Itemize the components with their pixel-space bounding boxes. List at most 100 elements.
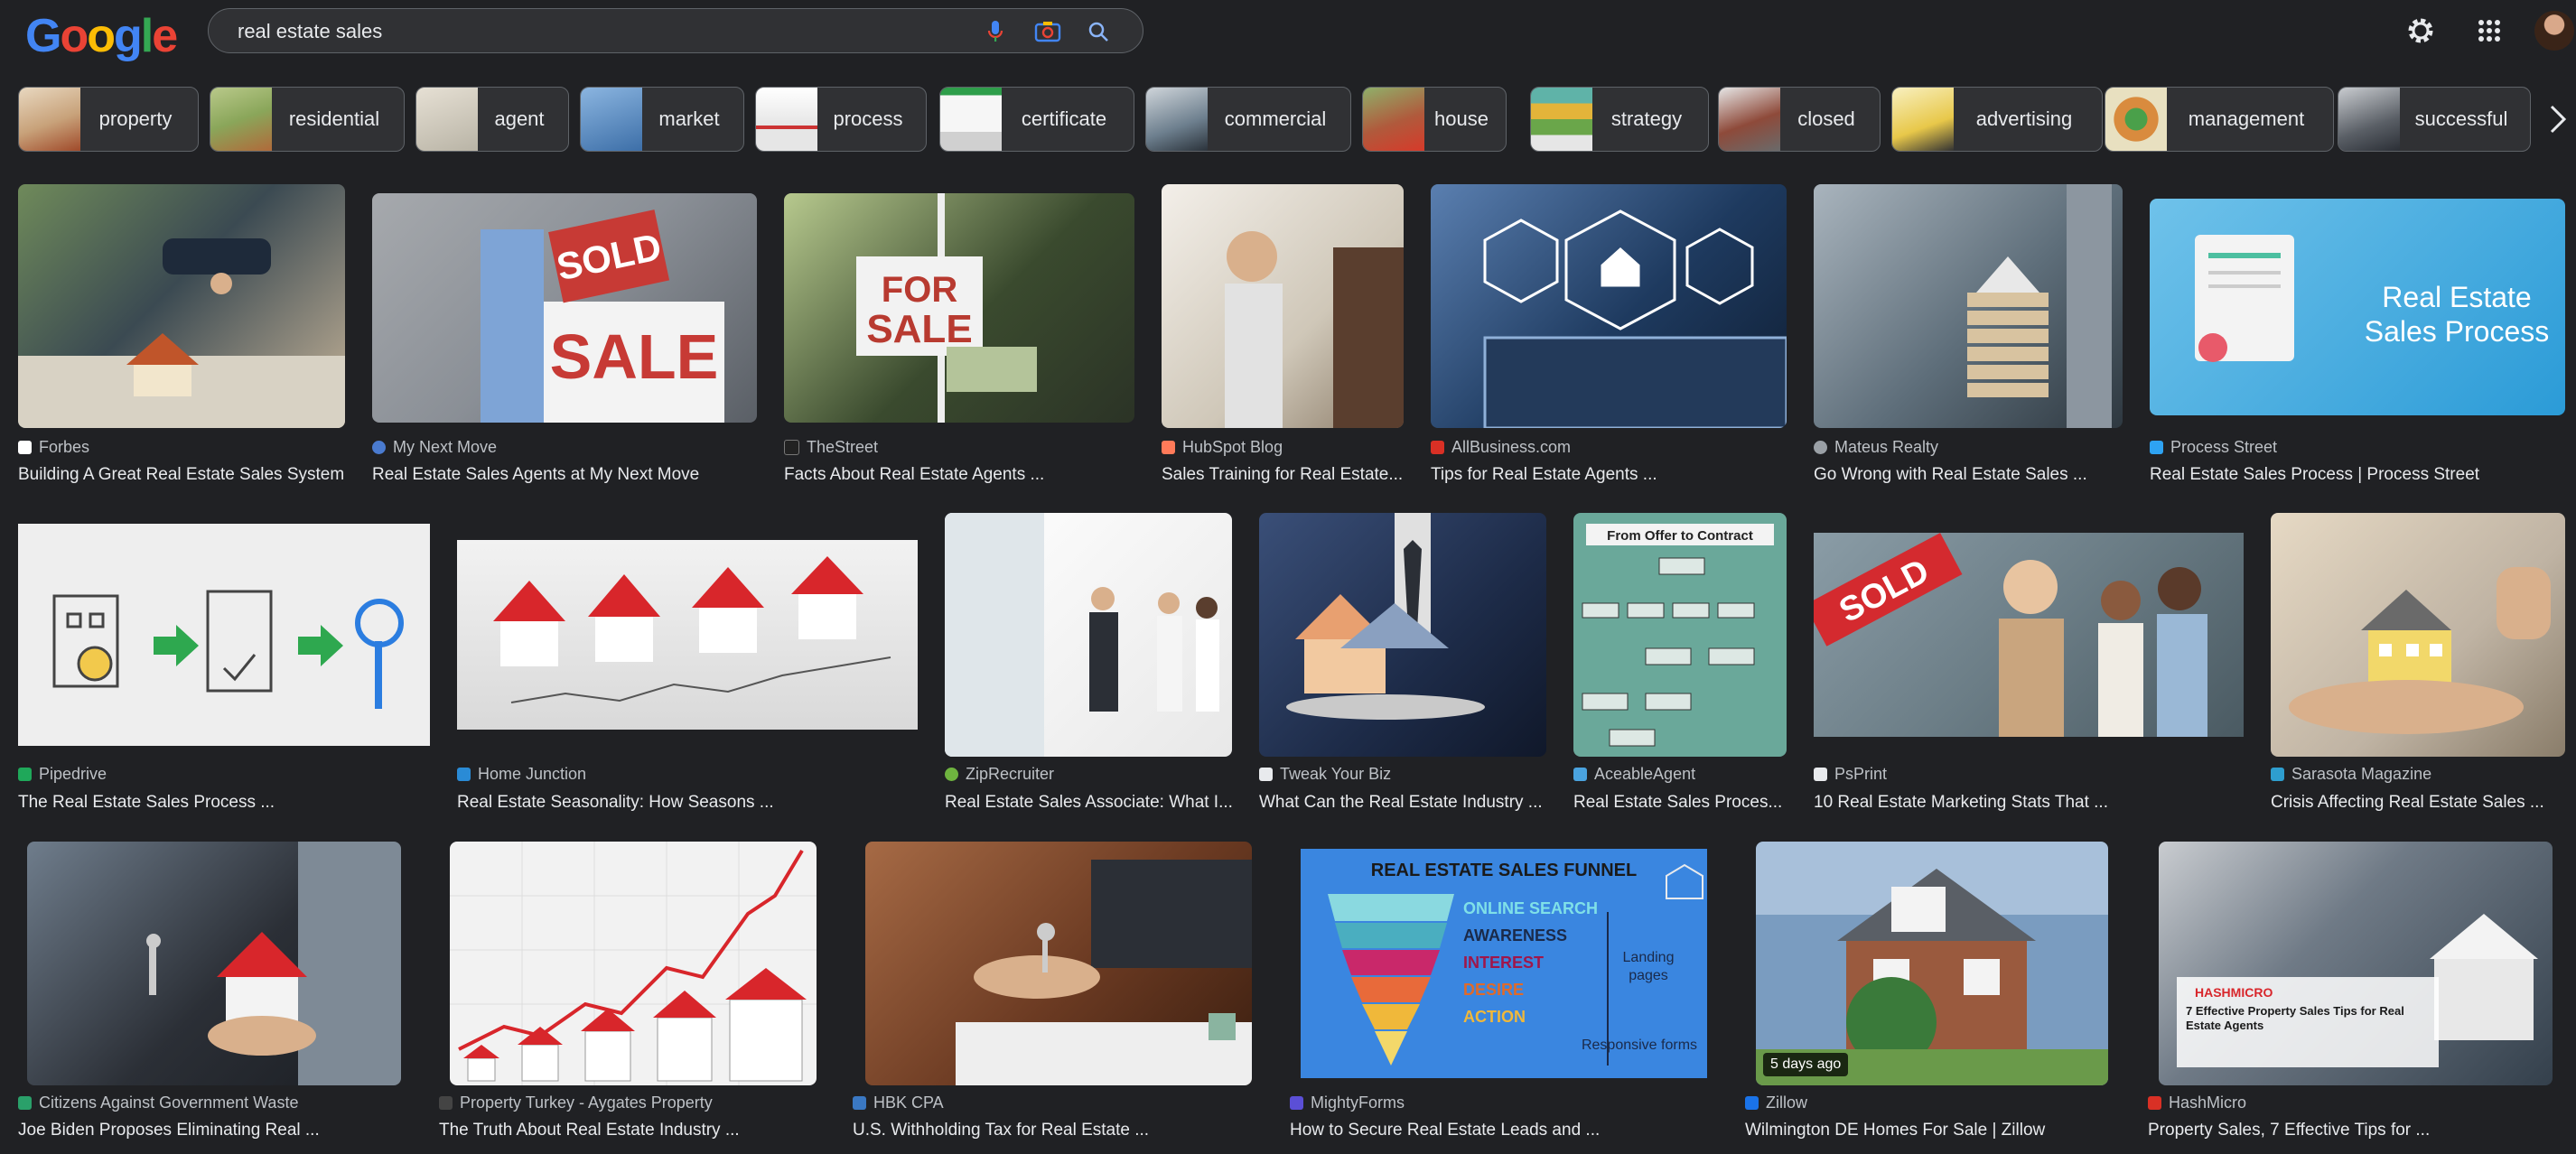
overlay-headline: 7 Effective Property Sales Tips for Real…: [2186, 1004, 2404, 1032]
apps-grid-icon[interactable]: [2471, 13, 2507, 49]
source-name: PsPrint: [1834, 765, 1888, 783]
chip-successful[interactable]: successful: [2338, 87, 2531, 152]
result-image[interactable]: [865, 842, 1252, 1085]
source-name: Mateus Realty: [1834, 438, 1939, 456]
chip-certificate[interactable]: certificate: [939, 87, 1134, 152]
result-title[interactable]: Real Estate Sales Process | Process Stre…: [2150, 465, 2479, 485]
result-title[interactable]: The Real Estate Sales Process ...: [18, 793, 275, 813]
account-avatar[interactable]: [2534, 11, 2574, 51]
result-image[interactable]: [457, 540, 918, 730]
result-image[interactable]: [18, 524, 430, 746]
result-image[interactable]: [27, 842, 401, 1085]
chip-agent[interactable]: agent: [415, 87, 569, 152]
result-image[interactable]: [1814, 184, 2123, 428]
settings-gear-icon[interactable]: [2403, 13, 2439, 49]
result-title[interactable]: Go Wrong with Real Estate Sales ...: [1814, 465, 2087, 485]
result-image[interactable]: [2271, 513, 2565, 757]
favicon-icon: [1162, 441, 1175, 454]
date-badge: 5 days ago: [1763, 1053, 1849, 1076]
result-source: AllBusiness.com: [1431, 438, 1571, 457]
result-title[interactable]: Real Estate Seasonality: How Seasons ...: [457, 793, 774, 813]
result-image[interactable]: 5 days ago: [1756, 842, 2108, 1085]
result-title[interactable]: Facts About Real Estate Agents ...: [784, 465, 1044, 485]
result-title[interactable]: The Truth About Real Estate Industry ...: [439, 1121, 740, 1140]
chip-closed[interactable]: closed: [1718, 87, 1881, 152]
chip-thumbnail: [1719, 88, 1780, 151]
chip-thumbnail: [1146, 88, 1208, 151]
result-source: Home Junction: [457, 765, 586, 784]
chip-management[interactable]: management: [2105, 87, 2334, 152]
result-title[interactable]: Real Estate Sales Associate: What I...: [945, 793, 1233, 813]
search-icon[interactable]: [1085, 18, 1112, 45]
search-box: [208, 8, 1143, 53]
result-image[interactable]: [1431, 184, 1787, 428]
favicon-icon: [372, 441, 386, 454]
funnel-stage-awareness: AWARENESS: [1463, 926, 1567, 945]
result-source: ZipRecruiter: [945, 765, 1054, 784]
result-image[interactable]: [1259, 513, 1546, 757]
result-title[interactable]: Real Estate Sales Proces...: [1573, 793, 1782, 813]
search-input[interactable]: [236, 16, 962, 47]
result-title[interactable]: Wilmington DE Homes For Sale | Zillow: [1745, 1121, 2045, 1140]
chip-label: property: [98, 107, 173, 130]
result-title[interactable]: What Can the Real Estate Industry ...: [1259, 793, 1543, 813]
source-name: AllBusiness.com: [1451, 438, 1572, 456]
chip-property[interactable]: property: [18, 87, 199, 152]
result-image[interactable]: [1162, 184, 1404, 428]
annotation-responsive-forms: Responsive forms: [1582, 1038, 1697, 1053]
source-name: MightyForms: [1311, 1094, 1405, 1112]
chip-label: certificate: [1021, 107, 1107, 130]
result-source: Zillow: [1745, 1094, 1807, 1112]
source-name: Process Street: [2170, 438, 2278, 456]
result-title[interactable]: Building A Great Real Estate Sales Syste…: [18, 465, 344, 485]
result-title[interactable]: Joe Biden Proposes Eliminating Real ...: [18, 1121, 320, 1140]
result-source: Sarasota Magazine: [2271, 765, 2431, 784]
chip-strategy[interactable]: strategy: [1530, 87, 1709, 152]
result-title[interactable]: U.S. Withholding Tax for Real Estate ...: [853, 1121, 1149, 1140]
chip-residential[interactable]: residential: [210, 87, 405, 152]
chip-advertising[interactable]: advertising: [1891, 87, 2103, 152]
result-image[interactable]: FOR SALE: [784, 193, 1134, 423]
result-title[interactable]: Crisis Affecting Real Estate Sales ...: [2271, 793, 2544, 813]
image-title-line2: Sales Process: [2365, 315, 2550, 348]
chip-process[interactable]: process: [755, 87, 927, 152]
funnel-stage-action: ACTION: [1463, 1008, 1526, 1026]
result-image[interactable]: HASHMICRO 7 Effective Property Sales Tips…: [2159, 842, 2553, 1085]
result-image[interactable]: SOLD: [1814, 533, 2244, 737]
result-image[interactable]: SOLD SALE: [372, 193, 757, 423]
result-image[interactable]: [945, 513, 1232, 757]
chip-label: process: [833, 107, 903, 130]
result-image[interactable]: [450, 842, 817, 1085]
favicon-icon: [853, 1096, 866, 1110]
chips-next-arrow-icon[interactable]: [2540, 87, 2576, 152]
google-logo[interactable]: Google: [25, 13, 178, 60]
result-image[interactable]: From Offer to Contract: [1573, 513, 1787, 757]
result-title[interactable]: Real Estate Sales Agents at My Next Move: [372, 465, 699, 485]
source-name: Sarasota Magazine: [2291, 765, 2432, 783]
result-image[interactable]: Real Estate Sales Process: [2150, 199, 2565, 415]
microphone-icon[interactable]: [982, 18, 1009, 45]
result-image[interactable]: REAL ESTATE SALES FUNNEL ONLINE SEARCH AWA…: [1301, 849, 1707, 1078]
chip-thumbnail: [416, 88, 478, 151]
result-title[interactable]: Property Sales, 7 Effective Tips for ...: [2148, 1121, 2430, 1140]
chip-thumbnail: [2105, 88, 2167, 151]
chip-house[interactable]: house: [1362, 87, 1507, 152]
result-title[interactable]: 10 Real Estate Marketing Stats That ...: [1814, 793, 2108, 813]
result-title[interactable]: Sales Training for Real Estate...: [1162, 465, 1403, 485]
source-name: Pipedrive: [39, 765, 107, 783]
result-source: Pipedrive: [18, 765, 107, 784]
chip-label: management: [2188, 107, 2305, 130]
result-image[interactable]: [18, 184, 345, 428]
camera-icon[interactable]: [1034, 18, 1061, 45]
result-title[interactable]: How to Secure Real Estate Leads and ...: [1290, 1121, 1600, 1140]
chip-commercial[interactable]: commercial: [1145, 87, 1351, 152]
image-title-line1: Real Estate: [2382, 281, 2531, 313]
result-title[interactable]: Tips for Real Estate Agents ...: [1431, 465, 1657, 485]
annotation-landing: Landing: [1623, 950, 1675, 965]
chip-market[interactable]: market: [580, 87, 744, 152]
favicon-icon: [1814, 768, 1827, 781]
result-source: Tweak Your Biz: [1259, 765, 1391, 784]
favicon-icon: [1259, 768, 1273, 781]
chip-label: residential: [288, 107, 380, 130]
result-source: MightyForms: [1290, 1094, 1405, 1112]
